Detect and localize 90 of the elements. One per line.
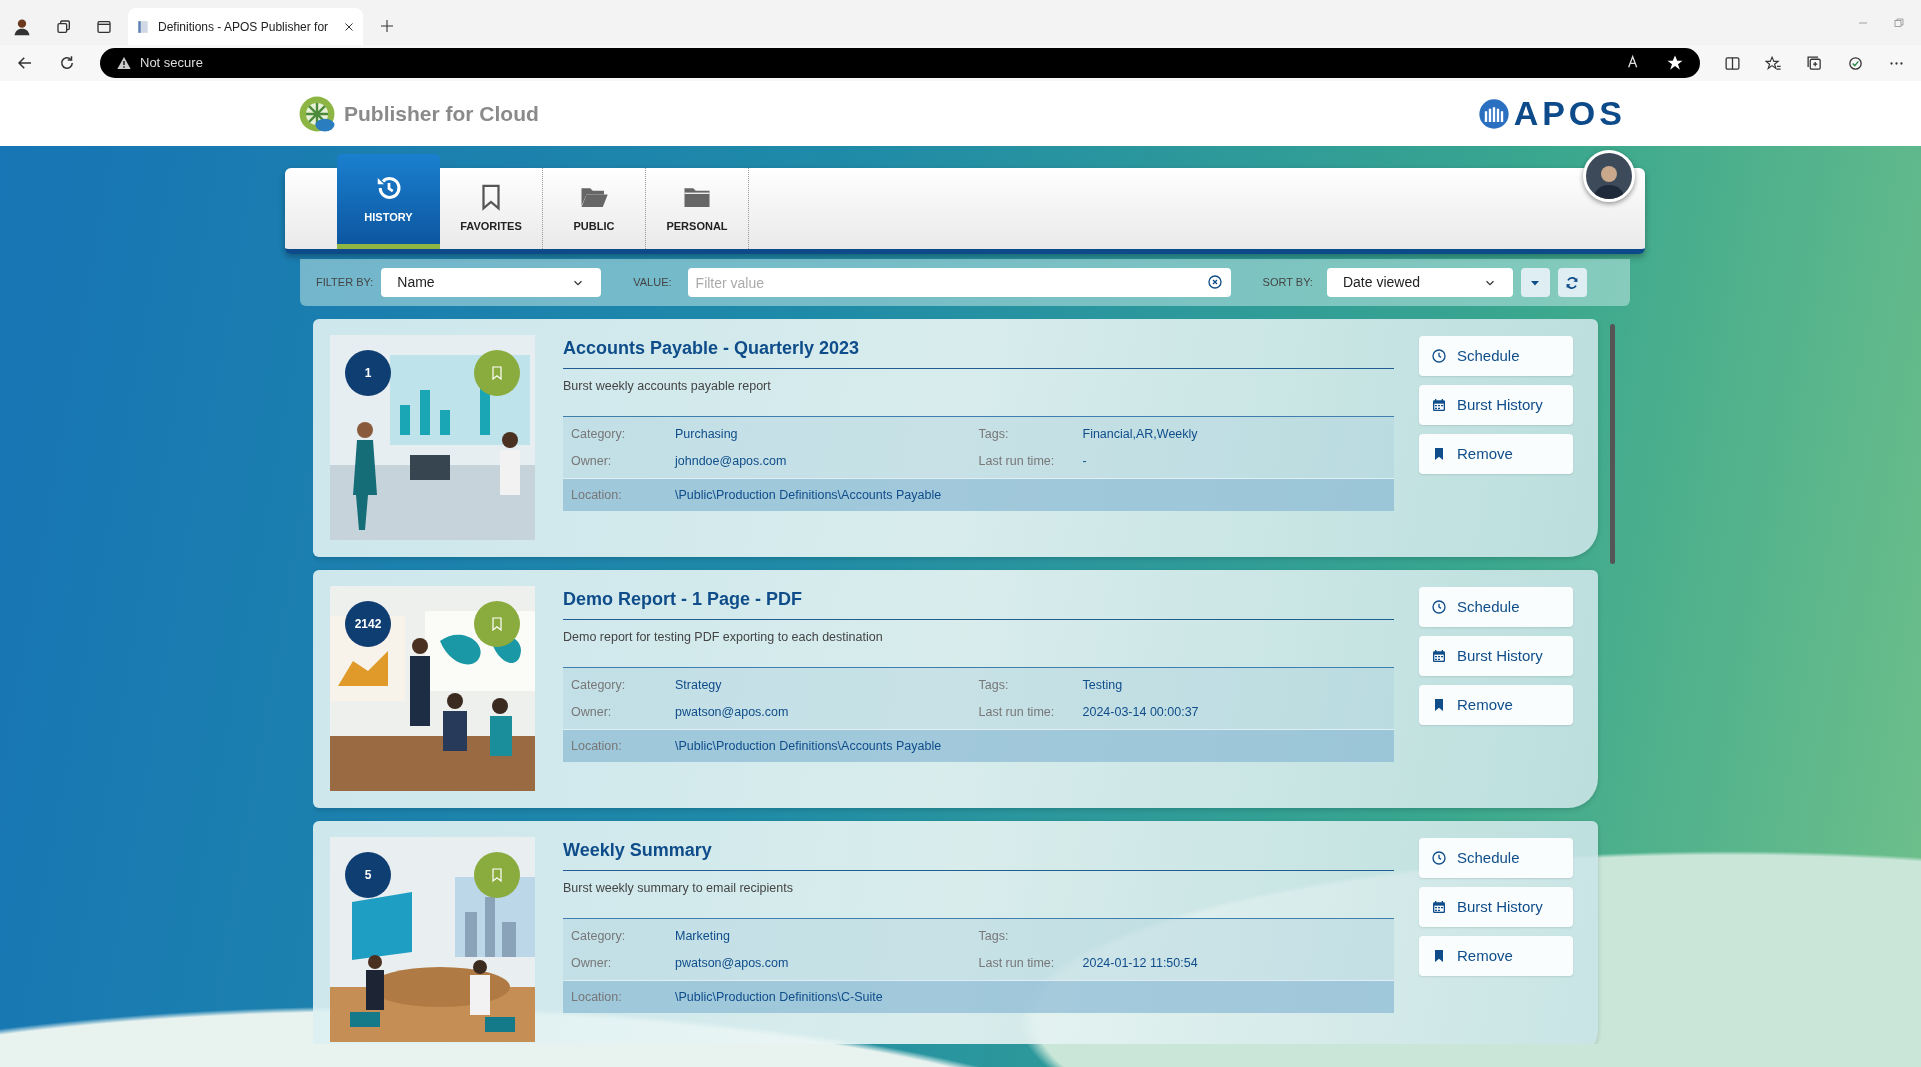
detail-label: Category: xyxy=(571,676,627,694)
sort-by-dropdown[interactable]: Date viewed xyxy=(1326,268,1513,297)
browser-tab[interactable]: Definitions - APOS Publisher for xyxy=(128,8,363,45)
profile-icon[interactable] xyxy=(12,17,32,37)
scrollbar-thumb[interactable] xyxy=(1610,324,1615,564)
calendar-icon xyxy=(1431,648,1447,664)
detail-label: Tags: xyxy=(978,676,1010,694)
schedule-button[interactable]: Schedule xyxy=(1419,336,1573,376)
detail-value: pwatson@apos.com xyxy=(675,954,789,972)
definition-description: Burst weekly summary to email recipients xyxy=(563,880,794,897)
remove-button[interactable]: Remove xyxy=(1419,434,1573,474)
detail-value: Testing xyxy=(1082,676,1123,694)
new-tab-icon[interactable] xyxy=(379,17,395,34)
detail-value: pwatson@apos.com xyxy=(675,703,789,721)
burst-history-button[interactable]: Burst History xyxy=(1419,636,1573,676)
schedule-button[interactable]: Schedule xyxy=(1419,587,1573,627)
detail-label: Tags: xyxy=(978,425,1010,443)
detail-value: 2024-03-14 00:00:37 xyxy=(1082,703,1199,721)
detail-value: Financial,AR,Weekly xyxy=(1082,425,1198,443)
filter-by-dropdown[interactable]: Name xyxy=(381,268,602,297)
app-title: Publisher for Cloud xyxy=(344,100,539,127)
page-icon xyxy=(136,19,150,34)
tab-actions-icon[interactable] xyxy=(96,19,112,35)
location-path: \Public\Production Definitions\C-Suite xyxy=(675,988,883,1006)
detail-label: Owner: xyxy=(571,452,613,470)
location-path: \Public\Production Definitions\Accounts Payable xyxy=(675,737,942,755)
sort-direction-button[interactable] xyxy=(1520,268,1550,297)
extension-icon[interactable] xyxy=(1847,54,1864,72)
favorites-icon[interactable] xyxy=(1765,54,1782,72)
workspaces-icon[interactable] xyxy=(56,19,72,35)
detail-label: Location: xyxy=(571,486,623,504)
definition-description: Demo report for testing PDF exporting to each destination xyxy=(563,629,884,646)
calendar-icon xyxy=(1431,397,1447,413)
avatar[interactable] xyxy=(1583,150,1635,202)
field-label: FILTER BY: xyxy=(316,275,374,291)
burst-history-button[interactable]: Burst History xyxy=(1419,385,1573,425)
close-icon[interactable] xyxy=(343,20,355,33)
brand-logo-icon xyxy=(1477,97,1510,130)
detail-label: Category: xyxy=(571,927,627,945)
detail-label: Last run time: xyxy=(978,954,1056,972)
nav-tab[interactable]: HISTORY xyxy=(337,154,440,249)
brand-name: APOS xyxy=(1513,93,1626,134)
clock-icon xyxy=(1431,599,1447,615)
remove-button[interactable]: Remove xyxy=(1419,685,1573,725)
star-icon[interactable] xyxy=(1666,54,1684,72)
nav-tab[interactable]: FAVORITES xyxy=(440,168,543,249)
field-label: SORT BY: xyxy=(1262,275,1313,291)
app-logo-icon xyxy=(298,94,336,133)
definition-title[interactable]: Accounts Payable - Quarterly 2023 xyxy=(563,335,1394,369)
detail-label: Owner: xyxy=(571,954,613,972)
burst-history-button[interactable]: Burst History xyxy=(1419,887,1573,927)
detail-value: Strategy xyxy=(675,676,722,694)
clock-icon xyxy=(1431,850,1447,866)
detail-label: Last run time: xyxy=(978,452,1056,470)
definition-description: Burst weekly accounts payable report xyxy=(563,378,772,395)
clear-icon[interactable] xyxy=(1206,274,1223,290)
detail-label: Location: xyxy=(571,737,623,755)
detail-label: Owner: xyxy=(571,703,613,721)
field-label: VALUE: xyxy=(633,275,672,291)
definition-title[interactable]: Demo Report - 1 Page - PDF xyxy=(563,586,1394,620)
detail-value: Marketing xyxy=(675,927,730,945)
back-icon[interactable] xyxy=(16,54,34,72)
detail-label: Category: xyxy=(571,425,627,443)
detail-value: johndoe@apos.com xyxy=(675,452,787,470)
refresh-button[interactable] xyxy=(1557,268,1587,297)
nav-tab[interactable]: PUBLIC xyxy=(543,168,646,249)
url-field[interactable]: Not secure xyxy=(100,48,1700,78)
collections-icon[interactable] xyxy=(1806,54,1823,72)
security-label: Not secure xyxy=(140,54,203,73)
detail-label: Last run time: xyxy=(978,703,1056,721)
refresh-icon[interactable] xyxy=(58,54,76,72)
bookmark-icon xyxy=(489,867,505,883)
clock-icon xyxy=(1431,348,1447,364)
remove-button[interactable]: Remove xyxy=(1419,936,1573,976)
detail-value: Purchasing xyxy=(675,425,738,443)
calendar-icon xyxy=(1431,899,1447,915)
nav-tab[interactable]: PERSONAL xyxy=(646,168,749,249)
location-path: \Public\Production Definitions\Accounts Payable xyxy=(675,486,942,504)
bookmark-icon xyxy=(489,365,505,381)
bookmark-icon xyxy=(489,616,505,632)
filter-value-field[interactable]: Filter value xyxy=(687,268,1231,297)
definition-title[interactable]: Weekly Summary xyxy=(563,837,1394,871)
warning-icon xyxy=(116,55,132,71)
detail-label: Tags: xyxy=(978,927,1010,945)
detail-value: - xyxy=(1082,452,1087,470)
split-screen-icon[interactable] xyxy=(1724,54,1741,72)
tab-title: Definitions - APOS Publisher for xyxy=(158,18,330,36)
schedule-button[interactable]: Schedule xyxy=(1419,838,1573,878)
detail-label: Location: xyxy=(571,988,623,1006)
detail-value: 2024-01-12 11:50:54 xyxy=(1082,954,1198,972)
